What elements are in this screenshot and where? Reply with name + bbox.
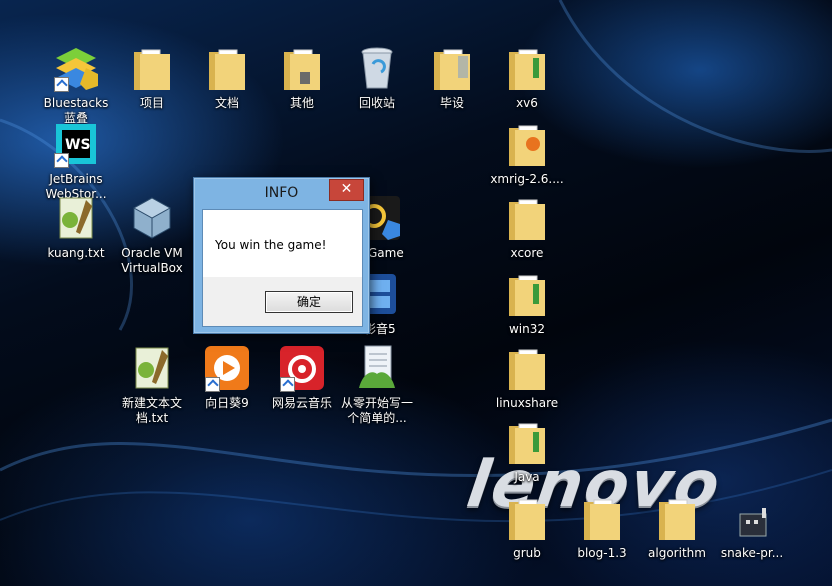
desktop-icon-label: snake-pr... — [720, 546, 784, 560]
desktop-icon-label: 其他 — [289, 96, 314, 110]
desktop-icon-label: xcore — [510, 246, 544, 260]
desktop-icon-folder[interactable]: 毕设 — [414, 44, 490, 111]
folder-icon — [428, 44, 476, 92]
desktop-icon-label: 新建文本文档.txt — [121, 396, 182, 425]
svg-text:WS: WS — [65, 137, 91, 153]
desktop-icon-sunflower[interactable]: 向日葵9 — [189, 344, 265, 411]
desktop-icon-recycle-bin[interactable]: 回收站 — [339, 44, 415, 111]
desktop-icon-folder[interactable]: xv6 — [489, 44, 565, 111]
desktop-icon-label: 从零开始写一个简单的... — [340, 396, 413, 425]
desktop-icon-label: Oracle VM VirtualBox — [121, 246, 183, 275]
folder-icon — [203, 44, 251, 92]
desktop-icon-folder[interactable]: blog-1.3 — [564, 494, 640, 561]
desktop-icon-folder[interactable]: 项目 — [114, 44, 190, 111]
close-icon: ✕ — [340, 181, 353, 197]
recycle-bin-icon — [353, 44, 401, 92]
desktop-icon-folder[interactable]: algorithm — [639, 494, 715, 561]
folder-icon — [503, 494, 551, 542]
desktop-icon-folder[interactable]: xcore — [489, 194, 565, 261]
desktop-icon-label: algorithm — [648, 546, 706, 560]
desktop-icon-label: 网易云音乐 — [271, 396, 332, 410]
desktop-icon-bluestacks[interactable]: Bluestacks 蓝叠 — [38, 44, 114, 126]
desktop-icon-folder[interactable]: xmrig-2.6.... — [489, 120, 565, 187]
desktop-icon-label: xmrig-2.6.... — [490, 172, 564, 186]
desktop-icon-label: linuxshare — [495, 396, 559, 410]
desktop-icon-text-file[interactable]: kuang.txt — [38, 194, 114, 261]
desktop-icon-label: win32 — [508, 322, 546, 336]
desktop-icon-folder[interactable]: 其他 — [264, 44, 340, 111]
desktop-icon-virtualbox[interactable]: Oracle VM VirtualBox — [114, 194, 190, 276]
document-icon — [353, 344, 401, 392]
desktop-icon-label: 毕设 — [439, 96, 464, 110]
desktop-icon-label: grub — [513, 546, 541, 560]
webstorm-icon: WS — [52, 120, 100, 168]
folder-icon — [503, 194, 551, 242]
text-file-icon — [128, 344, 176, 392]
ok-button[interactable]: 确定 — [265, 291, 353, 313]
desktop-icon-label: Java — [514, 470, 540, 484]
desktop-icon-label: 回收站 — [358, 96, 395, 110]
desktop-icon-text-file[interactable]: 新建文本文档.txt — [114, 344, 190, 426]
desktop-icon-folder[interactable]: grub — [489, 494, 565, 561]
desktop-icon-netease-music[interactable]: 网易云音乐 — [264, 344, 340, 411]
dialog-message-area: You win the game! — [203, 210, 362, 277]
desktop-icon-folder[interactable]: win32 — [489, 270, 565, 337]
text-file-icon — [52, 194, 100, 242]
desktop-icon-document[interactable]: 从零开始写一个简单的... — [339, 344, 415, 426]
folder-icon — [503, 418, 551, 466]
dialog-message: You win the game! — [215, 238, 327, 252]
netease-music-icon — [278, 344, 326, 392]
dialog-client-area: You win the game! 确定 — [202, 209, 363, 327]
desktop-icon-folder[interactable]: linuxshare — [489, 344, 565, 411]
folder-icon — [578, 494, 626, 542]
folder-icon — [503, 270, 551, 318]
desktop-icon-label: 文档 — [214, 96, 239, 110]
folder-icon — [278, 44, 326, 92]
desktop-icon-label: xv6 — [516, 96, 538, 110]
desktop-icon-label: 向日葵9 — [205, 396, 249, 410]
project-icon — [728, 494, 776, 542]
folder-icon — [503, 120, 551, 168]
desktop-icon-folder[interactable]: 文档 — [189, 44, 265, 111]
sunflower-icon — [203, 344, 251, 392]
folder-icon — [128, 44, 176, 92]
folder-icon — [653, 494, 701, 542]
desktop-icon-folder[interactable]: Java — [489, 418, 565, 485]
bluestacks-icon — [52, 44, 100, 92]
close-button[interactable]: ✕ — [329, 179, 364, 201]
desktop-icon-project[interactable]: snake-pr... — [714, 494, 790, 561]
folder-icon — [503, 44, 551, 92]
desktop-icon-label: blog-1.3 — [577, 546, 627, 560]
virtualbox-icon — [128, 194, 176, 242]
folder-icon — [503, 344, 551, 392]
desktop-icon-label: 项目 — [139, 96, 164, 110]
desktop-icon-label: kuang.txt — [47, 246, 105, 260]
desktop-icon-webstorm[interactable]: WS JetBrains WebStor... — [38, 120, 114, 202]
info-dialog[interactable]: INFO ✕ You win the game! 确定 — [193, 177, 370, 334]
